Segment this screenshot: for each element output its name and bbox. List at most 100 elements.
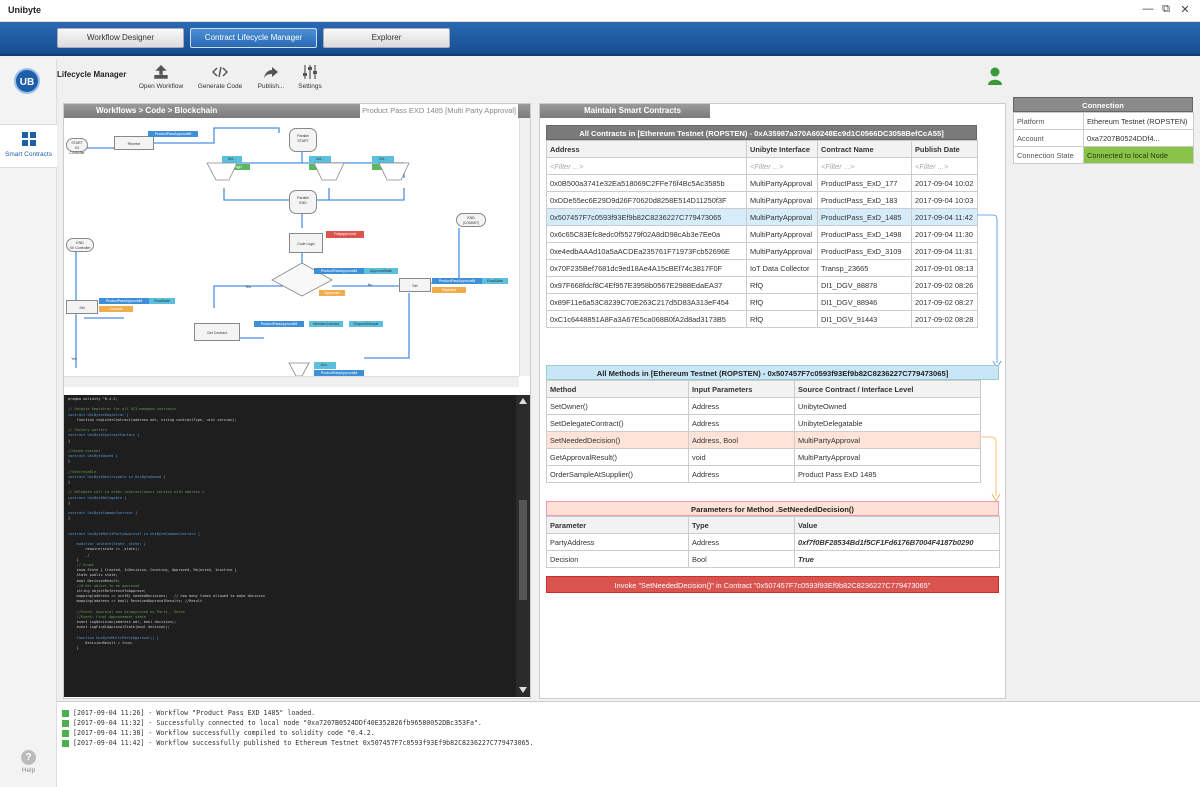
sliders-icon — [303, 65, 317, 79]
filter-publish-date[interactable]: <Filter ...> — [911, 157, 978, 175]
end-right-sub: (COMMIT) — [462, 221, 480, 225]
restore-icon[interactable]: ⧉ — [1158, 3, 1174, 16]
sidebar-item-smart-contracts[interactable]: Smart Contracts — [0, 124, 57, 168]
invoke-button[interactable]: Invoke "SetNeededDecision()" in Contract… — [546, 576, 999, 593]
generate-code-button[interactable]: Generate Code — [195, 64, 245, 90]
col-method[interactable]: Method — [546, 380, 689, 398]
method-row[interactable]: GetApprovalResult() void MultiPartyApprova… — [546, 448, 981, 466]
scroll-down-icon[interactable] — [519, 687, 527, 693]
code-scrollbar[interactable] — [516, 395, 530, 697]
set-left-node[interactable]: Set — [66, 300, 98, 314]
cell-input-params: void — [688, 448, 795, 466]
contract-row[interactable]: 0xC1c6448851A8Fa3A67E5ca068B0fA2d8ad3173… — [546, 310, 978, 328]
all-contracts-caption: All Contracts in [Ethereum Testnet (ROPS… — [546, 125, 977, 140]
cell-interface: MultiPartyApproval — [746, 242, 818, 260]
end-commit-node[interactable]: END (COMMIT) — [456, 213, 486, 227]
help-icon: ? — [21, 750, 36, 765]
close-icon[interactable]: ✕ — [1177, 3, 1193, 16]
cell-contract-name: ProductPass_ExD_3109 — [817, 242, 912, 260]
contract-row[interactable]: 0x6c65C83Efc8edc0f55279f02A8dD98cAb3e7Ee… — [546, 225, 978, 243]
filter-row: <Filter ...> <Filter ...> <Filter ...> <… — [546, 157, 978, 175]
user-icon[interactable] — [987, 66, 1003, 86]
workflow-subtitle: Product Pass EXD 1485 [Multi Party Appro… — [360, 104, 518, 118]
cell-method: SetDelegateContract() — [546, 414, 689, 432]
col-type: Type — [688, 516, 795, 534]
set-right-node[interactable]: Set — [399, 278, 431, 292]
cell-param-type: Bool — [688, 550, 795, 568]
success-icon — [62, 709, 69, 717]
filter-interface[interactable]: <Filter ...> — [746, 157, 818, 175]
cell-input-params: Address — [688, 414, 795, 432]
contract-row[interactable]: 0x70F235Bef7681dc9ed18Ae4A15cBEf74c3817F… — [546, 259, 978, 277]
col-publish-date[interactable]: Publish Date — [911, 140, 978, 158]
cell-interface: RfQ — [746, 276, 818, 294]
connection-table: Platform Ethereum Testnet (ROPSTEN) Acco… — [1013, 112, 1194, 164]
params-table: Parameter Type Value PartyAddress Address… — [546, 516, 1000, 568]
cell-param-value[interactable]: True — [794, 550, 1000, 568]
contract-row[interactable]: 0x97F668fdcf8C4Ef957E3958b0567E2988EdaEA… — [546, 276, 978, 294]
scroll-thumb[interactable] — [519, 500, 527, 600]
workflow-diagram[interactable]: START XX Controller Receive ProductPassAp… — [64, 118, 519, 376]
method-row[interactable]: SetDelegateContract() Address UnibyteDeleg… — [546, 414, 981, 432]
code-editor[interactable]: pragma solidity ^0.4.2;// Unibyte Regist… — [64, 395, 516, 697]
connection-state-row: Connection State Connected to local Node — [1013, 146, 1194, 164]
contract-row[interactable]: 0x507457F7c0593f93Ef9b82C8236227C7794730… — [546, 208, 978, 226]
log-text: [2017-09-04 11:32] - Successfully connec… — [73, 719, 482, 727]
end-right-label: END — [467, 216, 475, 220]
filter-address[interactable]: <Filter ...> — [546, 157, 747, 175]
tab-workflow-designer[interactable]: Workflow Designer — [57, 28, 184, 48]
method-row[interactable]: SetOwner() Address UnibyteOwned — [546, 397, 981, 415]
params-caption: Parameters for Method .SetNeededDecision… — [546, 501, 999, 516]
cell-param-value[interactable]: 0xf7f0BF28534Bd1f5CF1Fd6176B7004F4187b02… — [794, 533, 1000, 551]
filter-contract-name[interactable]: <Filter ...> — [817, 157, 912, 175]
diagram-hscroll[interactable] — [64, 376, 519, 387]
end-left-node[interactable]: END XX Controller — [66, 238, 94, 252]
cell-method: SetOwner() — [546, 397, 689, 415]
publish-button[interactable]: Publish... — [255, 64, 287, 90]
method-row[interactable]: OrderSampleAtSupplier() Address Product Pa… — [546, 465, 981, 483]
col-input-params[interactable]: Input Parameters — [688, 380, 795, 398]
account-label: Account — [1013, 129, 1084, 147]
success-icon — [62, 719, 69, 727]
end-left-label: END — [76, 241, 84, 245]
code-icon — [212, 66, 228, 78]
contracts-header-row: Address Unibyte Interface Contract Name … — [546, 140, 978, 158]
col-source-contract[interactable]: Source Contract / Interface Level — [794, 380, 981, 398]
open-workflow-button[interactable]: Open Workflow — [137, 64, 185, 90]
diagram-vscroll[interactable] — [519, 118, 530, 376]
contract-row[interactable]: 0x0B500a3741e32Ea518069C2FFe76f4Bc5Ac358… — [546, 174, 978, 192]
log-panel: [2017-09-04 11:26] - Workflow "Product P… — [57, 701, 1200, 787]
contract-row[interactable]: 0xDDe55ec6E29D9d26F70620d8258E514D11250f… — [546, 191, 978, 209]
settings-button[interactable]: Settings — [295, 64, 325, 90]
col-address[interactable]: Address — [546, 140, 747, 158]
code-logic-node[interactable]: Code Logic — [289, 233, 323, 253]
top-nav: Workflow Designer Contract Lifecycle Man… — [0, 22, 1200, 56]
cell-param-type: Address — [688, 533, 795, 551]
cell-address: 0xDDe55ec6E29D9d26F70620d8258E514D11250f… — [546, 191, 747, 209]
parallel-end-node[interactable]: Parallel END — [289, 190, 317, 214]
cell-source-contract: UnibyteOwned — [794, 397, 981, 415]
tab-explorer[interactable]: Explorer — [323, 28, 450, 48]
tag-member-contract: MemberContract — [309, 321, 343, 327]
cell-input-params: Address, Bool — [688, 431, 795, 449]
tab-contract-lifecycle-manager[interactable]: Contract Lifecycle Manager — [190, 28, 317, 48]
cell-address: 0x507457F7c0593f93Ef9b82C8236227C7794730… — [546, 208, 747, 226]
method-row[interactable]: SetNeededDecision() Address, Bool MultiPar… — [546, 431, 981, 449]
scroll-up-icon[interactable] — [519, 398, 527, 404]
log-text: [2017-09-04 11:38] - Workflow successful… — [73, 729, 375, 737]
get-contract-node[interactable]: Get Contract — [194, 323, 240, 341]
sidebar: UB Smart Contracts ? Help — [0, 58, 57, 787]
contract-row[interactable]: 0xe4edbAAAd10a5aACDEa235761F71973Fcb5269… — [546, 242, 978, 260]
tag-rejected: Rejected — [432, 287, 466, 293]
contract-link-connector — [977, 214, 1002, 369]
col-interface[interactable]: Unibyte Interface — [746, 140, 818, 158]
app-title: Unibyte — [8, 5, 42, 15]
col-contract-name[interactable]: Contract Name — [817, 140, 912, 158]
minimize-icon[interactable]: — — [1140, 3, 1156, 15]
cell-contract-name: ProductPass_ExD_177 — [817, 174, 912, 192]
contract-row[interactable]: 0x89F11e6a53C8239C70E263C217d5D83A313eF4… — [546, 293, 978, 311]
cell-interface: RfQ — [746, 293, 818, 311]
help-button[interactable]: ? Help — [0, 750, 57, 774]
tag-final-state: FinalState — [482, 278, 508, 284]
cell-source-contract: MultiPartyApproval — [794, 448, 981, 466]
